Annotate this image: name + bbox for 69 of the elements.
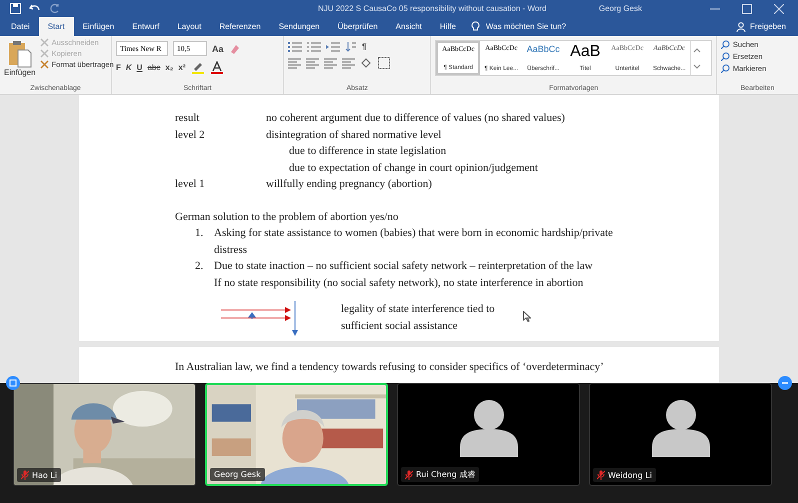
- clipboard-icon: [8, 40, 32, 68]
- ribbon-tab[interactable]: Start: [38, 17, 74, 36]
- sort-icon[interactable]: [345, 41, 357, 52]
- search-field[interactable]: Was möchten Sie tun?: [484, 21, 598, 32]
- indent-icon[interactable]: [326, 41, 340, 52]
- document-text: German solution to the problem of abortion yes/no: [175, 210, 400, 224]
- ribbon-tab[interactable]: Layout: [168, 17, 210, 36]
- format-button[interactable]: F: [116, 63, 121, 72]
- avatar-icon: [652, 398, 710, 456]
- participant-name: Weidong Li: [608, 470, 652, 480]
- align-icon[interactable]: [342, 58, 355, 68]
- document-text: due to expectation of change in court opinion/judgement: [289, 160, 538, 176]
- align-icon[interactable]: [306, 58, 319, 68]
- border-icon[interactable]: [378, 57, 390, 69]
- document-text: due to difference in state legislation: [289, 144, 446, 159]
- document-text: Asking for state assistance to women (babies) that were born in economic hardship/private distress: [214, 226, 614, 258]
- document-text: willfully ending pregnancy (abortion): [266, 177, 432, 192]
- outline-label: level 2: [175, 128, 206, 142]
- bullet-list-icon[interactable]: [288, 41, 302, 52]
- format-button[interactable]: K: [126, 63, 132, 72]
- highlighter-icon[interactable]: [190, 61, 204, 74]
- list-number: 1.: [195, 226, 204, 241]
- participant-name: Georg Gesk: [214, 470, 261, 479]
- format-button[interactable]: U: [136, 63, 142, 72]
- ribbon-tab[interactable]: Referenzen: [210, 17, 270, 36]
- format-button[interactable]: abc: [147, 63, 160, 72]
- participant-name: Rui Cheng 成睿: [416, 469, 476, 480]
- share-button[interactable]: Freigeben: [724, 17, 798, 36]
- list-number: 2.: [195, 259, 204, 274]
- outline-label: level 1: [175, 177, 206, 192]
- ribbon-tab[interactable]: Überprüfen: [328, 17, 387, 36]
- case-button[interactable]: Aa: [212, 44, 224, 54]
- shading-icon[interactable]: [360, 57, 373, 69]
- ribbon-tab[interactable]: Sendungen: [270, 17, 329, 36]
- document-text: If no state responsibility (no social safety network), no state interference in abortion: [214, 276, 584, 290]
- scroll-down-icon[interactable]: [693, 64, 702, 70]
- ribbon-tab[interactable]: Datei: [2, 17, 39, 36]
- minimize-icon[interactable]: [778, 376, 792, 390]
- outline-label: result: [175, 111, 200, 126]
- format-button[interactable]: x²: [178, 63, 186, 72]
- pilcrow-button[interactable]: ¶: [362, 42, 366, 51]
- window-title: NJU 2022 S CausaCo 05 responsibility without causation - Word: [318, 4, 546, 13]
- lightbulb-icon: [470, 21, 480, 32]
- close-icon[interactable]: [774, 4, 784, 14]
- document-text: In Australian law, we find a tendency towards refusing to consider specifics of ‘overdeterminacy’: [175, 361, 605, 373]
- document-text: legality of state interference tied to sufficient social assistance: [341, 302, 496, 334]
- ribbon-tab[interactable]: Einfügen: [74, 17, 124, 36]
- scroll-up-icon[interactable]: [693, 46, 702, 52]
- document-text: no coherent argument due to difference of values (no shared values): [266, 111, 565, 126]
- maximize-icon[interactable]: [742, 4, 752, 14]
- person-icon: [736, 22, 746, 32]
- avatar-icon: [460, 398, 518, 456]
- format-button[interactable]: x₂: [165, 63, 174, 72]
- ribbon-tab[interactable]: Ansicht: [386, 17, 431, 36]
- document-text: Due to state inaction – no sufficient social safety network – reinterpretation of the law: [214, 259, 594, 274]
- align-icon[interactable]: [288, 58, 301, 68]
- save-icon[interactable]: [10, 3, 21, 14]
- mouse-cursor-icon: [523, 311, 531, 322]
- align-icon[interactable]: [324, 58, 337, 68]
- ribbon-tab[interactable]: Hilfe: [430, 17, 465, 36]
- participant-name: Hao Li: [32, 470, 58, 480]
- ribbon-tab[interactable]: Entwurf: [123, 17, 168, 36]
- font-color-icon[interactable]: [210, 61, 224, 74]
- paste-button[interactable]: Einfügen: [4, 38, 36, 79]
- redo-icon[interactable]: [49, 3, 60, 14]
- document-text: disintegration of shared normative level: [266, 128, 442, 142]
- user-name: Georg Gesk: [598, 4, 642, 13]
- view-button-icon[interactable]: [6, 376, 20, 390]
- numbered-list-icon[interactable]: [307, 41, 321, 52]
